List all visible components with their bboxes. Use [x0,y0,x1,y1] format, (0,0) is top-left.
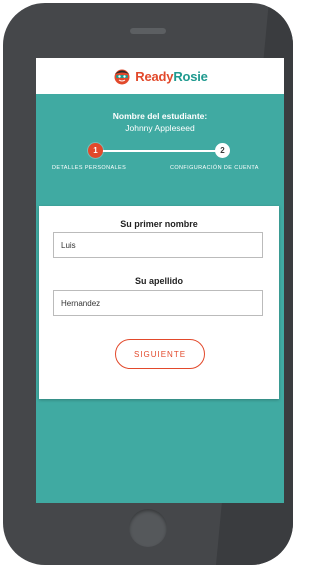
student-name: Johnny Appleseed [125,123,195,133]
step-progress: 1 2 DETALLES PERSONALES CONFIGURACIÓN DE… [36,142,284,172]
first-name-input[interactable]: Luis [53,232,263,258]
brand-name: ReadyRosie [135,68,208,84]
progress-line [94,150,225,152]
app-header: ReadyRosie [36,58,284,94]
step-2-indicator: 2 [215,143,230,158]
last-name-input[interactable]: Hernandez [53,290,263,316]
brand-name-rosie: Rosie [173,68,208,84]
phone-home-button[interactable] [129,509,167,547]
brand-logo: ReadyRosie [112,67,208,85]
step-2-label: CONFIGURACIÓN DE CUENTA [170,165,259,171]
student-label: Nombre del estudiante: [112,111,208,121]
first-name-label: Su primer nombre [120,219,198,229]
step-1-label: DETALLES PERSONALES [52,165,127,171]
next-button[interactable]: SIGUIENTE [115,339,205,369]
phone-speaker [130,28,166,34]
phone-frame: ReadyRosie Nombre del estudiante: Johnny… [3,3,293,565]
step-1-indicator: 1 [88,143,103,158]
brand-name-ready: Ready [135,68,174,84]
readyrosie-mascot-icon [114,69,130,85]
student-info: Nombre del estudiante: Johnny Appleseed [36,111,284,133]
app-screen: ReadyRosie Nombre del estudiante: Johnny… [36,58,284,503]
last-name-label: Su apellido [134,276,183,286]
name-form-card: Su primer nombre Luis Su apellido Hernan… [39,206,279,399]
